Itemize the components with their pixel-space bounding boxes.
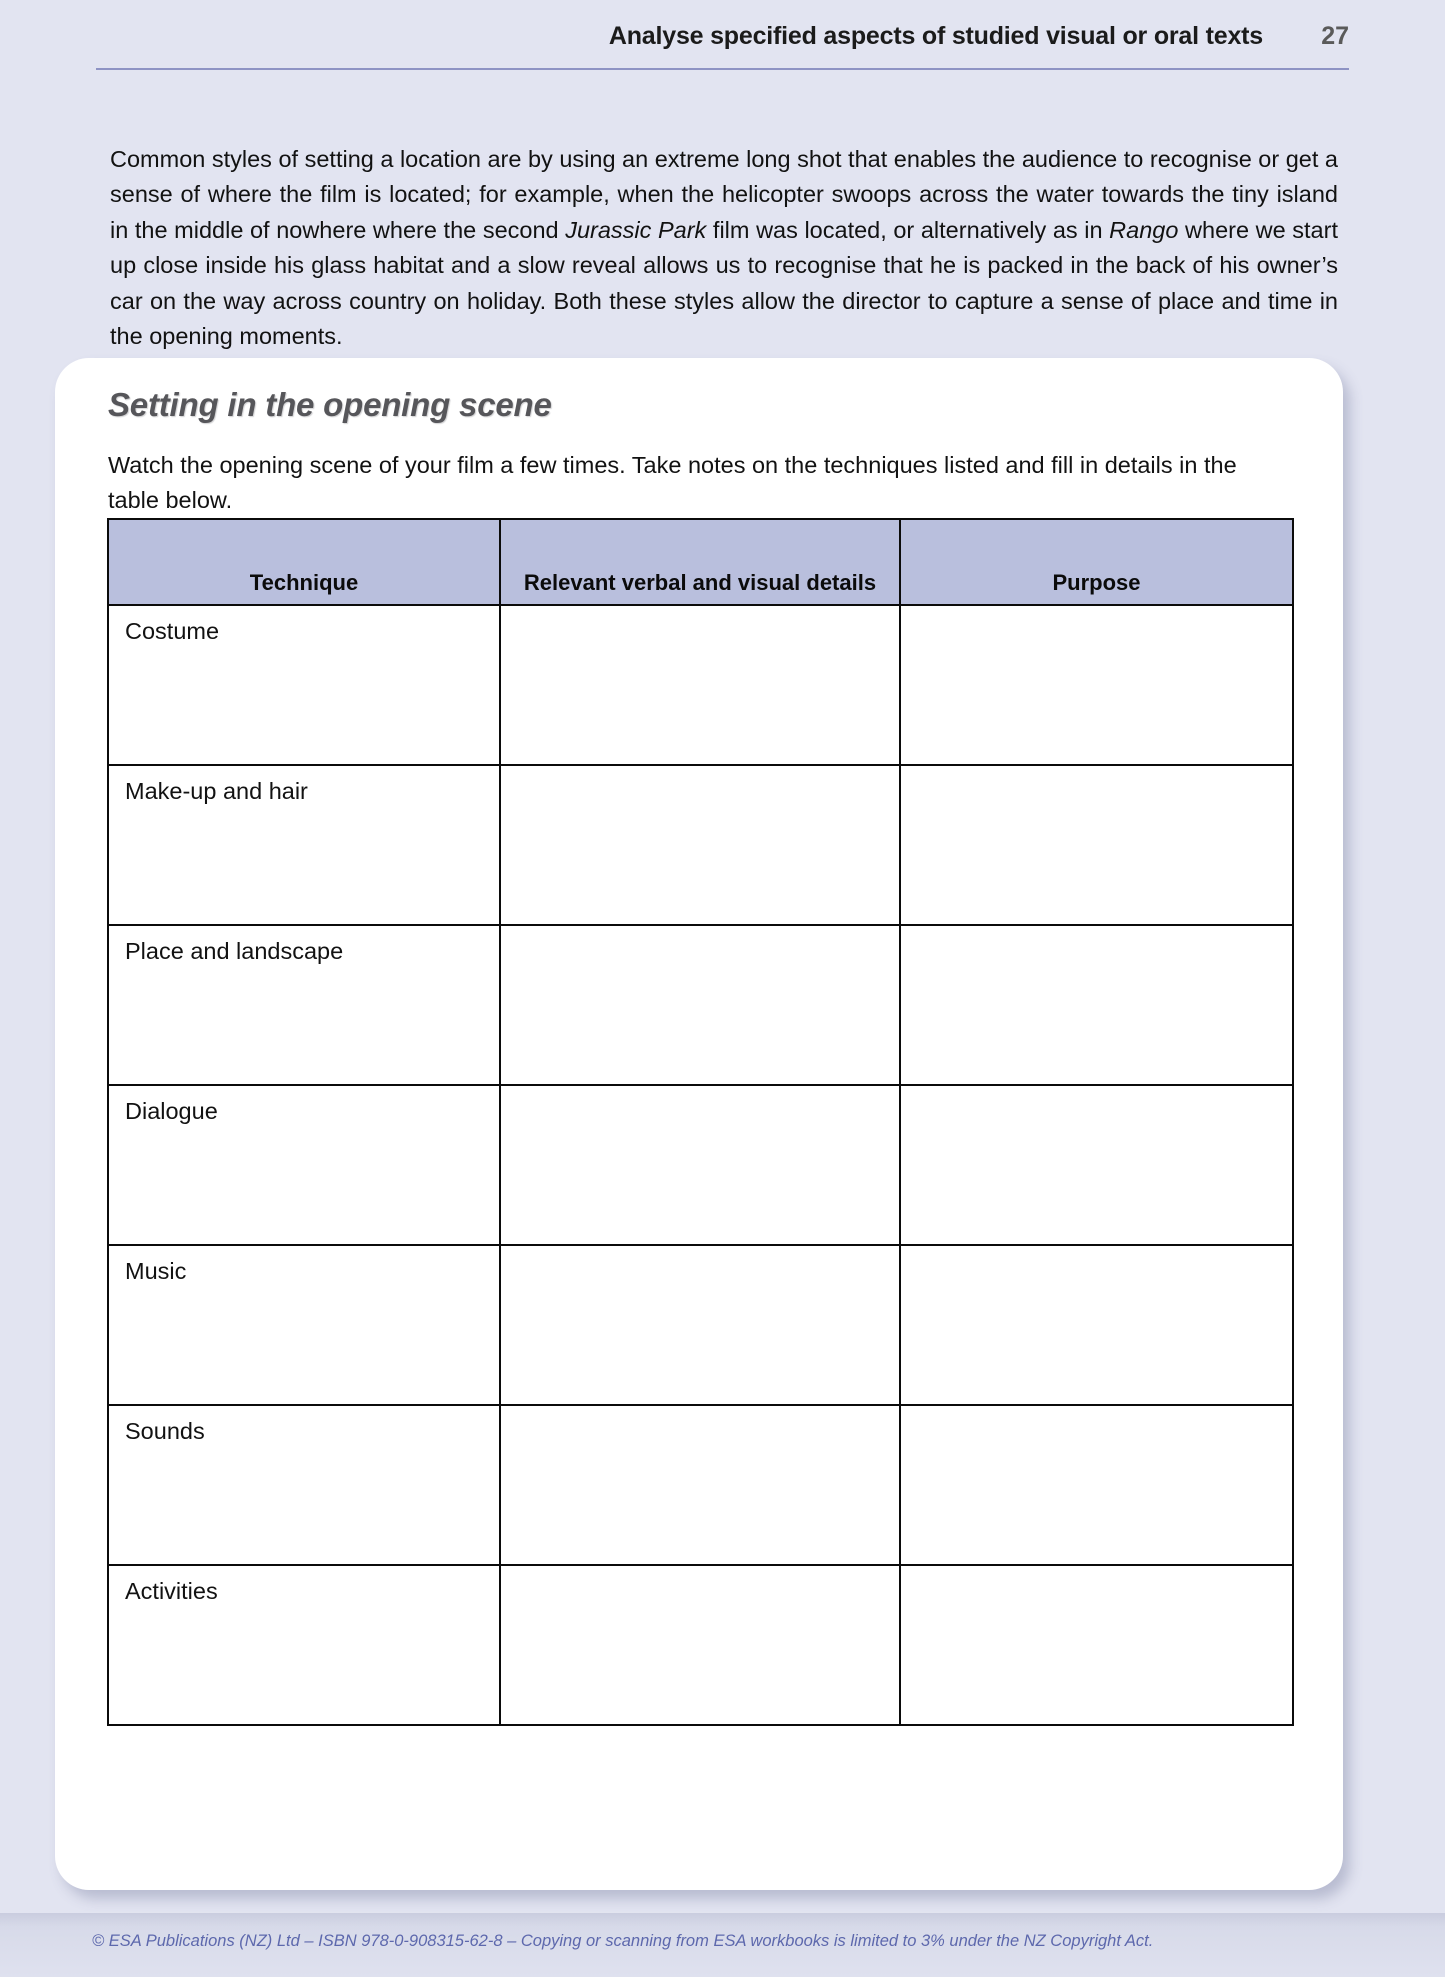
technique-cell: Dialogue: [107, 1084, 501, 1246]
purpose-answer-cell[interactable]: [899, 764, 1294, 926]
table-row: Place and landscape: [107, 924, 1294, 1086]
activity-heading: Setting in the opening scene: [108, 386, 552, 423]
table-header-row: Technique Relevant verbal and visual det…: [107, 518, 1294, 606]
header-title: Analyse specified aspects of studied vis…: [608, 22, 1263, 50]
column-header-purpose: Purpose: [899, 518, 1294, 606]
technique-label: Place and landscape: [125, 938, 344, 964]
details-answer-cell[interactable]: [499, 604, 901, 766]
details-answer-cell[interactable]: [499, 924, 901, 1086]
activity-instruction: Watch the opening scene of your film a f…: [108, 452, 1237, 513]
details-answer-cell[interactable]: [499, 1404, 901, 1566]
table-row: Costume: [107, 604, 1294, 766]
purpose-answer-text: [901, 606, 1292, 617]
document-page: Analyse specified aspects of studied vis…: [0, 0, 1445, 1977]
purpose-answer-text: [901, 1566, 1292, 1577]
details-answer-cell[interactable]: [499, 764, 901, 926]
details-answer-cell[interactable]: [499, 1244, 901, 1406]
details-answer-cell[interactable]: [499, 1084, 901, 1246]
table-row: Activities: [107, 1564, 1294, 1726]
copyright-notice: © ESA Publications (NZ) Ltd – ISBN 978-0…: [92, 1932, 1154, 1950]
page-number: 27: [1321, 22, 1349, 50]
activity-card: Setting in the opening scene Watch the o…: [55, 358, 1343, 1890]
technique-label: Dialogue: [125, 1098, 218, 1124]
details-answer-text: [501, 1566, 899, 1577]
technique-cell: Activities: [107, 1564, 501, 1726]
technique-label: Costume: [125, 618, 220, 644]
table-row: Make-up and hair: [107, 764, 1294, 926]
column-header-details: Relevant verbal and visual details: [499, 518, 901, 606]
technique-cell: Sounds: [107, 1404, 501, 1566]
details-answer-text: [501, 766, 899, 777]
purpose-answer-cell[interactable]: [899, 1244, 1294, 1406]
technique-label: Activities: [125, 1578, 218, 1604]
details-answer-text: [501, 606, 899, 617]
table-row: Sounds: [107, 1404, 1294, 1566]
purpose-answer-cell[interactable]: [899, 1084, 1294, 1246]
table-row: Music: [107, 1244, 1294, 1406]
purpose-answer-cell[interactable]: [899, 1404, 1294, 1566]
purpose-answer-cell[interactable]: [899, 604, 1294, 766]
technique-cell: Place and landscape: [107, 924, 501, 1086]
table-row: Dialogue: [107, 1084, 1294, 1246]
column-header-technique-label: Technique: [249, 570, 359, 595]
details-answer-text: [501, 926, 899, 937]
intro-text-2: film was located, or alternatively as in: [706, 216, 1110, 243]
film-title-rango: Rango: [1109, 216, 1179, 243]
technique-cell: Make-up and hair: [107, 764, 501, 926]
purpose-answer-cell[interactable]: [899, 1564, 1294, 1726]
details-answer-text: [501, 1406, 899, 1417]
details-answer-text: [501, 1086, 899, 1097]
running-header: Analyse specified aspects of studied vis…: [96, 22, 1349, 70]
header-divider: [96, 68, 1349, 70]
details-answer-cell[interactable]: [499, 1564, 901, 1726]
technique-cell: Music: [107, 1244, 501, 1406]
purpose-answer-text: [901, 1246, 1292, 1257]
purpose-answer-cell[interactable]: [899, 924, 1294, 1086]
purpose-answer-text: [901, 926, 1292, 937]
column-header-technique: Technique: [107, 518, 501, 606]
details-answer-text: [501, 1246, 899, 1257]
purpose-answer-text: [901, 1086, 1292, 1097]
intro-paragraph: Common styles of setting a location are …: [110, 142, 1338, 355]
technique-notes-table: Technique Relevant verbal and visual det…: [107, 518, 1294, 1726]
column-header-details-label: Relevant verbal and visual details: [523, 570, 877, 595]
purpose-answer-text: [901, 766, 1292, 777]
technique-label: Make-up and hair: [125, 778, 308, 804]
technique-cell: Costume: [107, 604, 501, 766]
technique-label: Sounds: [125, 1418, 205, 1444]
column-header-purpose-label: Purpose: [1052, 570, 1141, 595]
purpose-answer-text: [901, 1406, 1292, 1417]
technique-label: Music: [125, 1258, 187, 1284]
film-title-jurassic-park: Jurassic Park: [565, 216, 707, 243]
